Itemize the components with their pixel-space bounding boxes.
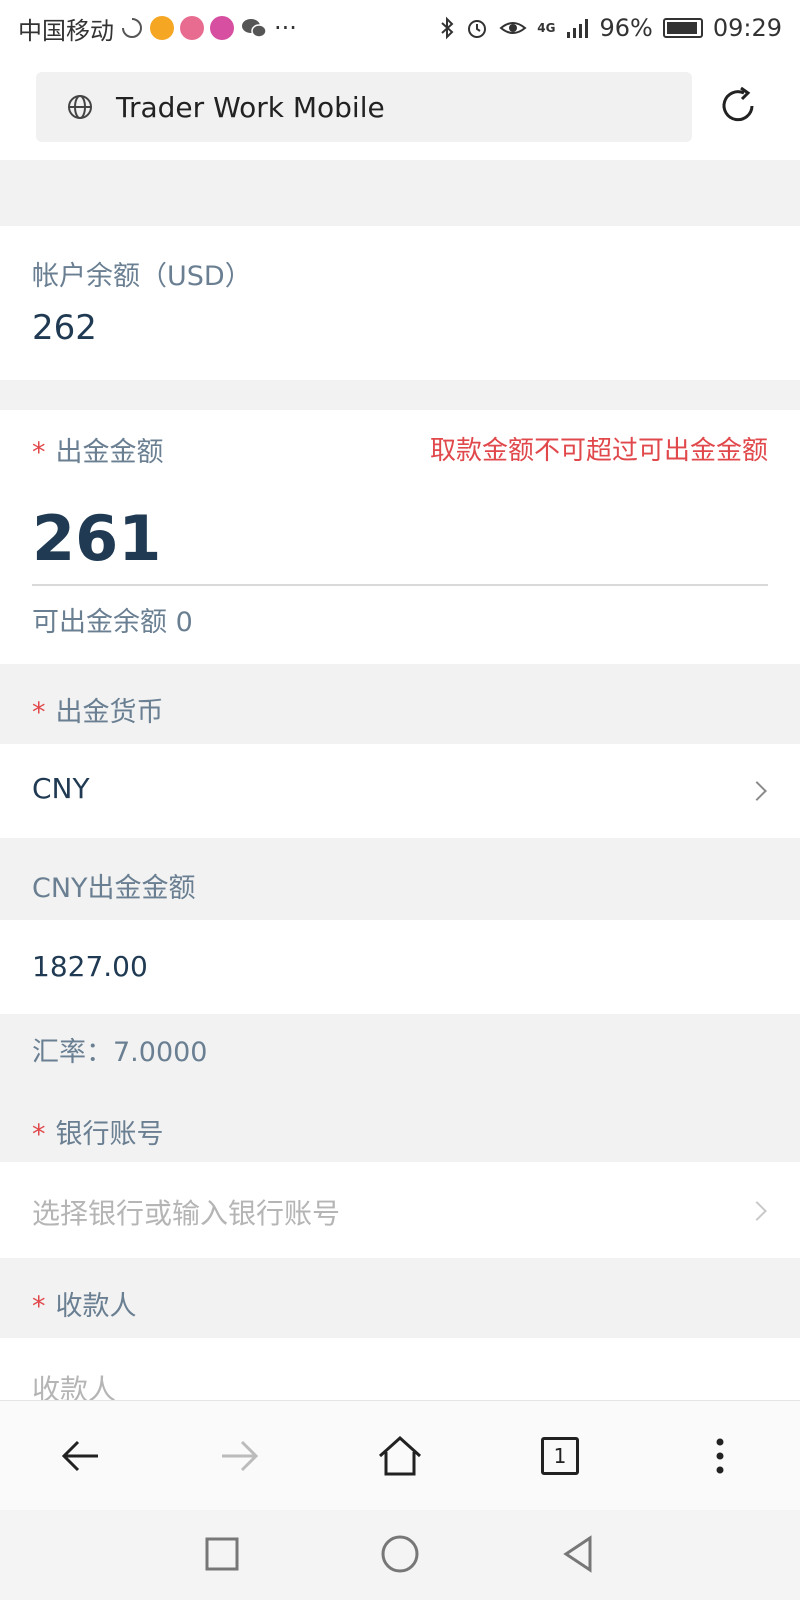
back-triangle-icon[interactable] <box>556 1532 600 1576</box>
home-icon[interactable] <box>370 1426 430 1486</box>
loading-icon <box>122 18 142 38</box>
payee-label-text: 收款人 <box>55 1291 137 1322</box>
clock: 09:29 <box>712 14 782 42</box>
url-field[interactable]: Trader Work Mobile <box>36 72 692 142</box>
cny-amount-value: 1827.00 <box>32 950 148 983</box>
app-notification-icon <box>150 16 174 40</box>
forward-arrow-icon[interactable] <box>210 1426 270 1486</box>
bluetooth-icon <box>441 16 454 40</box>
error-message: 取款金额不可超过可出金金额 <box>429 436 768 466</box>
refresh-icon[interactable] <box>714 82 762 130</box>
input-underline <box>32 584 768 586</box>
withdraw-amount-label: * 出金金额 <box>32 430 164 469</box>
eye-icon <box>499 22 527 34</box>
battery-percent: 96% <box>599 14 653 42</box>
account-balance-label: 帐户余额（USD） <box>32 261 252 292</box>
currency-label-text: 出金货币 <box>55 697 164 728</box>
network-type: 4G <box>537 21 556 35</box>
exchange-rate: 汇率：7.0000 <box>32 1037 208 1068</box>
account-balance-value: 262 <box>32 308 97 348</box>
battery-icon <box>662 18 703 38</box>
withdraw-amount-label-text: 出金金额 <box>55 437 164 468</box>
address-bar: Trader Work Mobile <box>0 56 800 160</box>
bank-account-label: * 银行账号 <box>32 1112 164 1151</box>
signal-icon <box>567 19 589 38</box>
payee-label: * 收款人 <box>32 1284 137 1323</box>
system-navigation-bar <box>0 1510 800 1600</box>
status-bar: 中国移动 ··· 4G 96% 09:29 <box>0 0 800 56</box>
required-mark: * <box>32 1119 46 1150</box>
cny-amount-field: 1827.00 <box>0 920 800 1014</box>
tabs-button[interactable]: 1 <box>530 1426 590 1486</box>
tab-count: 1 <box>541 1437 579 1475</box>
required-mark: * <box>32 697 46 728</box>
browser-toolbar: 1 <box>0 1400 800 1510</box>
payee-input[interactable]: 收款人 <box>0 1338 800 1406</box>
chevron-right-icon <box>747 1201 767 1221</box>
withdraw-amount-input[interactable]: 261 <box>32 502 161 575</box>
account-balance-section: 帐户余额（USD） 262 <box>0 226 800 380</box>
cny-amount-label: CNY出金金额 <box>32 873 196 904</box>
bank-account-label-text: 银行账号 <box>55 1119 164 1150</box>
globe-icon <box>68 95 92 119</box>
home-circle-icon[interactable] <box>378 1532 422 1576</box>
back-arrow-icon[interactable] <box>50 1426 110 1486</box>
app-notification-icon <box>180 16 204 40</box>
available-balance: 可出金余额 0 <box>32 607 193 638</box>
wechat-icon <box>242 19 267 38</box>
carrier-name: 中国移动 <box>18 16 114 45</box>
alarm-icon <box>468 20 487 38</box>
more-notifications: ··· <box>274 14 297 42</box>
recent-apps-icon[interactable] <box>200 1532 244 1576</box>
required-mark: * <box>32 1291 46 1322</box>
currency-label: * 出金货币 <box>32 690 164 729</box>
currency-value: CNY <box>32 772 90 805</box>
currency-select[interactable]: CNY <box>0 744 800 838</box>
bank-account-select[interactable]: 选择银行或输入银行账号 <box>0 1162 800 1258</box>
more-menu-icon[interactable] <box>690 1426 750 1486</box>
bank-account-placeholder: 选择银行或输入银行账号 <box>32 1197 341 1230</box>
page-title: Trader Work Mobile <box>116 90 385 124</box>
app-notification-icon <box>210 16 234 40</box>
withdraw-amount-section: * 出金金额 取款金额不可超过可出金金额 261 可出金余额 0 <box>0 410 800 664</box>
required-mark: * <box>32 437 46 468</box>
chevron-right-icon <box>747 781 767 801</box>
